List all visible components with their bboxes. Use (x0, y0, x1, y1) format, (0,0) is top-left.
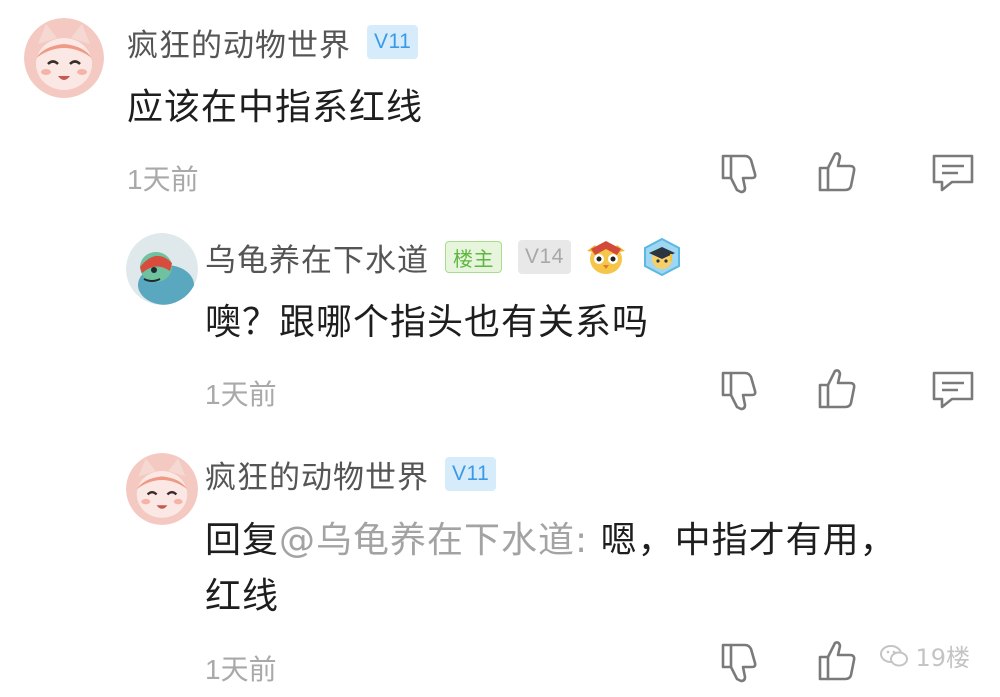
comment-text: 噢？跟哪个指头也有关系吗 (205, 302, 650, 343)
timestamp: 1天前 (205, 654, 277, 685)
comment-thread: 疯狂的动物世界 V11 应该在中指系红线 1天前 乌龟养在下水道 楼主 V14 … (0, 0, 1000, 697)
avatar[interactable] (126, 233, 198, 305)
reply-item: 疯狂的动物世界 V11 回复@乌龟养在下水道: 嗯，中指才有用， 红线 1天前 (0, 435, 1000, 697)
thumbs-down-icon (721, 643, 757, 683)
like-button[interactable] (814, 639, 860, 683)
owl-medal-icon (585, 237, 627, 277)
comment-item: 疯狂的动物世界 V11 应该在中指系红线 1天前 (0, 0, 1000, 215)
avatar[interactable] (24, 18, 104, 98)
comment-text: 回复@乌龟养在下水道: 嗯，中指才有用， 红线 (205, 513, 965, 625)
level-badge: V11 (367, 25, 419, 59)
comment-header: 疯狂的动物世界 V11 (205, 452, 497, 497)
reply-prefix: 回复 (205, 520, 280, 561)
reply-button[interactable] (930, 367, 976, 411)
mention-link[interactable]: @乌龟养在下水道: (279, 520, 588, 561)
comment-text-line1: 嗯，中指才有用， (588, 520, 897, 561)
thumbs-up-icon (818, 641, 856, 681)
comment-text-line2: 红线 (205, 576, 280, 617)
reply-button[interactable] (930, 150, 976, 194)
watermark: 19楼 (879, 638, 970, 673)
avatar[interactable] (126, 453, 198, 525)
dislike-button[interactable] (719, 150, 765, 194)
like-button[interactable] (814, 150, 860, 194)
username[interactable]: 疯狂的动物世界 (205, 452, 429, 497)
timestamp: 1天前 (205, 379, 277, 410)
thumbs-down-icon (721, 154, 757, 194)
thumbs-up-icon (818, 152, 856, 192)
timestamp: 1天前 (127, 164, 199, 195)
username[interactable]: 乌龟养在下水道 (205, 235, 429, 280)
comment-icon (932, 371, 974, 409)
reply-item: 乌龟养在下水道 楼主 V14 噢？跟哪个指头也有关系吗 1天前 (0, 215, 1000, 435)
wechat-icon (880, 644, 909, 666)
dislike-button[interactable] (719, 367, 765, 411)
thumbs-up-icon (818, 369, 856, 409)
level-badge: V11 (445, 457, 497, 491)
graduate-medal-icon (641, 237, 683, 277)
level-badge: V14 (518, 240, 571, 274)
comment-icon (932, 154, 974, 192)
watermark-text: 19楼 (915, 644, 970, 672)
like-button[interactable] (814, 367, 860, 411)
username[interactable]: 疯狂的动物世界 (127, 20, 351, 65)
comment-text: 应该在中指系红线 (127, 87, 424, 128)
op-badge: 楼主 (445, 241, 502, 273)
comment-header: 疯狂的动物世界 V11 (127, 20, 419, 65)
comment-header: 乌龟养在下水道 楼主 V14 (205, 235, 683, 279)
thumbs-down-icon (721, 371, 757, 411)
dislike-button[interactable] (719, 639, 765, 683)
